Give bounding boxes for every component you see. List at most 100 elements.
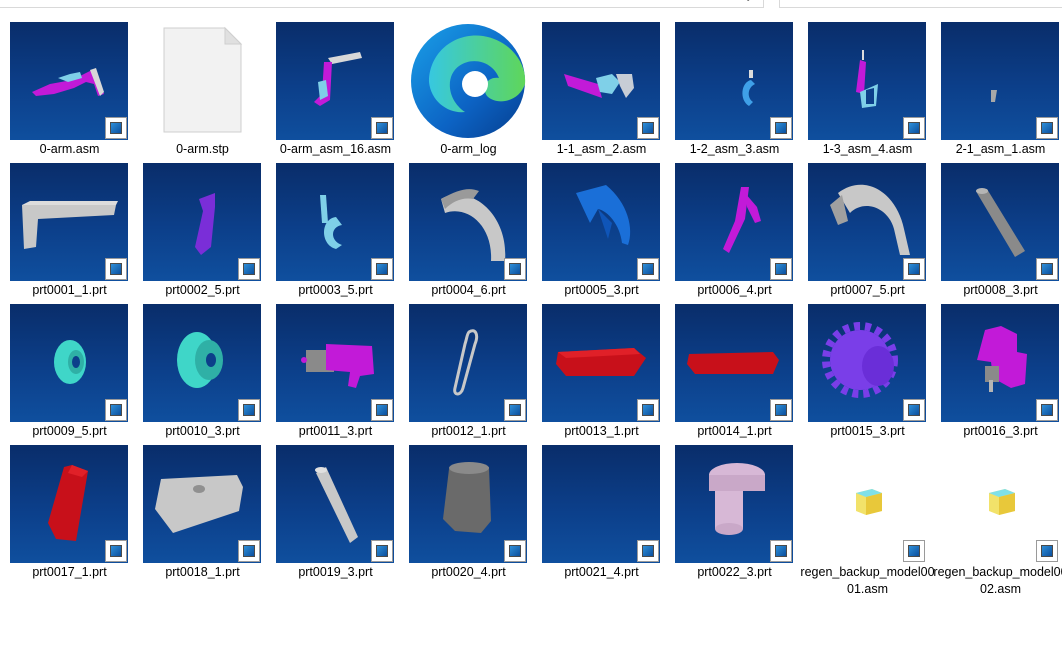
file-thumbnail bbox=[675, 22, 793, 140]
file-item[interactable]: regen_backup_model0001.asm bbox=[798, 445, 935, 596]
file-name: 0-arm.asm bbox=[39, 142, 100, 156]
file-name: 0-arm.stp bbox=[176, 142, 229, 156]
file-item[interactable]: 0-arm.stp bbox=[133, 22, 266, 162]
file-thumbnail bbox=[10, 22, 128, 140]
file-item[interactable]: prt0014_1.prt bbox=[665, 304, 798, 444]
file-thumbnail bbox=[808, 304, 926, 422]
file-item[interactable]: prt0010_3.prt bbox=[133, 304, 266, 444]
file-item[interactable]: prt0009_5.prt bbox=[0, 304, 133, 444]
file-item[interactable]: prt0015_3.prt bbox=[798, 304, 931, 444]
creo-badge-icon bbox=[371, 399, 393, 421]
file-thumbnail bbox=[808, 445, 926, 563]
file-name: 0-arm_asm_16.asm bbox=[279, 142, 392, 156]
file-item[interactable]: prt0003_5.prt bbox=[266, 163, 399, 303]
file-thumbnail bbox=[542, 163, 660, 281]
file-item[interactable]: prt0011_3.prt bbox=[266, 304, 399, 444]
file-item[interactable]: prt0022_3.prt bbox=[665, 445, 798, 585]
file-name: prt0019_3.prt bbox=[298, 565, 373, 579]
file-thumbnail bbox=[675, 163, 793, 281]
explorer-top-bar: ⌄ bbox=[0, 0, 1062, 8]
file-item[interactable]: prt0001_1.prt bbox=[0, 163, 133, 303]
creo-badge-icon bbox=[504, 258, 526, 280]
file-name: prt0008_3.prt bbox=[963, 283, 1038, 297]
file-item[interactable]: prt0021_4.prt bbox=[532, 445, 665, 585]
file-name: 1-3_asm_4.asm bbox=[822, 142, 913, 156]
blank-document-icon bbox=[163, 26, 243, 133]
creo-badge-icon bbox=[1036, 258, 1058, 280]
file-thumbnail bbox=[409, 304, 527, 422]
file-thumbnail bbox=[542, 445, 660, 563]
file-thumbnail bbox=[941, 304, 1059, 422]
file-item[interactable]: prt0020_4.prt bbox=[399, 445, 532, 585]
file-item[interactable]: prt0004_6.prt bbox=[399, 163, 532, 303]
file-name: prt0017_1.prt bbox=[32, 565, 107, 579]
file-item[interactable]: prt0018_1.prt bbox=[133, 445, 266, 585]
file-name: prt0022_3.prt bbox=[697, 565, 772, 579]
file-thumbnail bbox=[675, 445, 793, 563]
file-thumbnail bbox=[409, 22, 527, 140]
address-dropdown-icon[interactable]: ⌄ bbox=[744, 0, 752, 4]
creo-badge-icon bbox=[371, 540, 393, 562]
creo-badge-icon bbox=[637, 540, 659, 562]
creo-badge-icon bbox=[903, 117, 925, 139]
creo-badge-icon bbox=[238, 399, 260, 421]
creo-badge-icon bbox=[1036, 540, 1058, 562]
file-item[interactable]: 2-1_asm_1.asm bbox=[931, 22, 1062, 162]
file-name: regen_backup_model0001.asm bbox=[800, 565, 935, 596]
file-name: prt0016_3.prt bbox=[963, 424, 1038, 438]
file-thumbnail bbox=[409, 445, 527, 563]
file-name: prt0009_5.prt bbox=[32, 424, 107, 438]
file-name: 1-1_asm_2.asm bbox=[556, 142, 647, 156]
file-thumbnail bbox=[276, 304, 394, 422]
file-name: prt0002_5.prt bbox=[165, 283, 240, 297]
file-item[interactable]: 1-3_asm_4.asm bbox=[798, 22, 931, 162]
file-item[interactable]: 0-arm_asm_16.asm bbox=[266, 22, 399, 162]
file-name: prt0014_1.prt bbox=[697, 424, 772, 438]
file-thumbnail bbox=[542, 22, 660, 140]
creo-badge-icon bbox=[903, 540, 925, 562]
file-item[interactable]: prt0002_5.prt bbox=[133, 163, 266, 303]
file-item[interactable]: prt0017_1.prt bbox=[0, 445, 133, 585]
file-name: prt0012_1.prt bbox=[431, 424, 506, 438]
creo-badge-icon bbox=[903, 258, 925, 280]
file-item[interactable]: 1-2_asm_3.asm bbox=[665, 22, 798, 162]
file-name: 1-2_asm_3.asm bbox=[689, 142, 780, 156]
file-name: prt0011_3.prt bbox=[298, 424, 373, 438]
file-item[interactable]: prt0012_1.prt bbox=[399, 304, 532, 444]
file-name: prt0001_1.prt bbox=[32, 283, 107, 297]
file-thumbnail bbox=[10, 304, 128, 422]
file-thumbnail bbox=[941, 163, 1059, 281]
creo-badge-icon bbox=[238, 540, 260, 562]
file-thumbnail bbox=[276, 163, 394, 281]
creo-badge-icon bbox=[1036, 117, 1058, 139]
file-name: prt0010_3.prt bbox=[165, 424, 240, 438]
file-name: prt0020_4.prt bbox=[431, 565, 506, 579]
file-thumbnail bbox=[276, 445, 394, 563]
creo-badge-icon bbox=[504, 540, 526, 562]
creo-badge-icon bbox=[105, 540, 127, 562]
file-item[interactable]: prt0019_3.prt bbox=[266, 445, 399, 585]
file-item[interactable]: prt0007_5.prt bbox=[798, 163, 931, 303]
file-thumbnail bbox=[542, 304, 660, 422]
file-item[interactable]: 0-arm.asm bbox=[0, 22, 133, 162]
file-item[interactable]: regen_backup_model0002.asm bbox=[931, 445, 1062, 596]
file-item[interactable]: prt0008_3.prt bbox=[931, 163, 1062, 303]
file-item[interactable]: 1-1_asm_2.asm bbox=[532, 22, 665, 162]
file-thumbnail bbox=[143, 163, 261, 281]
file-name: prt0021_4.prt bbox=[564, 565, 639, 579]
file-name: prt0018_1.prt bbox=[165, 565, 240, 579]
search-box[interactable] bbox=[779, 0, 1062, 8]
file-item[interactable]: prt0016_3.prt bbox=[931, 304, 1062, 444]
file-name: prt0004_6.prt bbox=[431, 283, 506, 297]
creo-badge-icon bbox=[770, 117, 792, 139]
file-name: prt0003_5.prt bbox=[298, 283, 373, 297]
creo-badge-icon bbox=[371, 258, 393, 280]
creo-badge-icon bbox=[105, 117, 127, 139]
file-item[interactable]: prt0013_1.prt bbox=[532, 304, 665, 444]
file-item[interactable]: prt0005_3.prt bbox=[532, 163, 665, 303]
file-name: prt0006_4.prt bbox=[697, 283, 772, 297]
file-item[interactable]: prt0006_4.prt bbox=[665, 163, 798, 303]
file-thumbnail bbox=[941, 22, 1059, 140]
address-bar[interactable] bbox=[0, 0, 764, 8]
file-item[interactable]: 0-arm_log bbox=[399, 22, 532, 162]
